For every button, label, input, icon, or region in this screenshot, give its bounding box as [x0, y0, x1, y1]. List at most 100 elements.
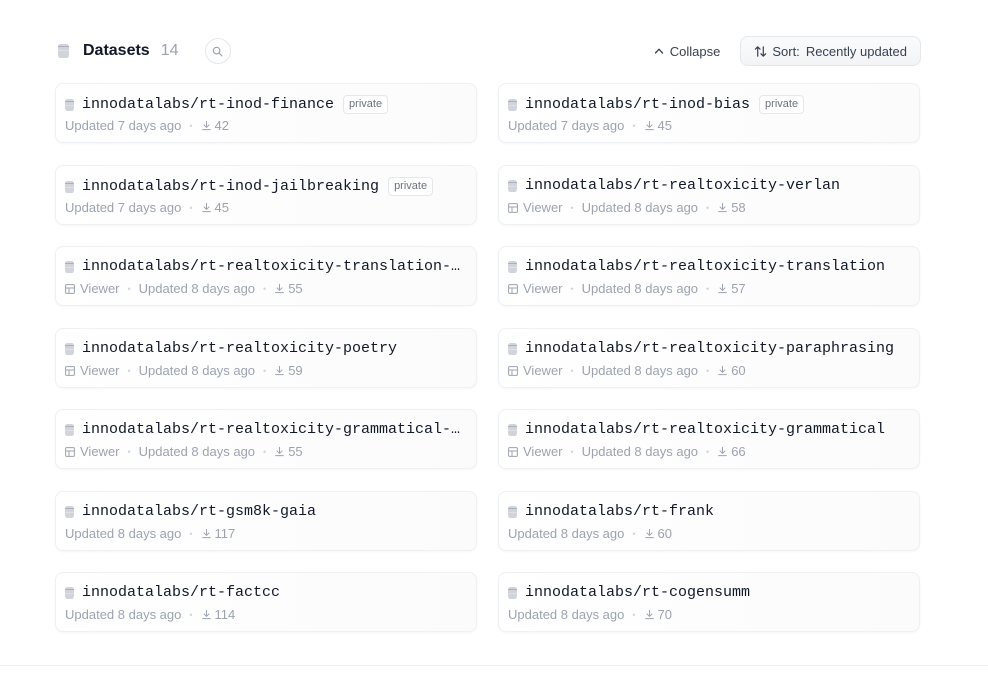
card-title-row: innodatalabs/rt-realtoxicity-verlan — [508, 177, 908, 194]
dataset-card[interactable]: innodatalabs/rt-realtoxicity-translation… — [55, 246, 477, 306]
dataset-name[interactable]: innodatalabs/rt-realtoxicity-grammatical… — [82, 421, 460, 438]
download-count: 70 — [657, 607, 672, 622]
download-icon — [718, 202, 728, 213]
section-title: Datasets — [83, 42, 150, 59]
sort-arrows-icon — [755, 45, 767, 57]
card-meta: Updated 8 days ago • 114 — [65, 607, 235, 622]
database-icon — [508, 179, 517, 192]
dataset-name[interactable]: innodatalabs/rt-frank — [525, 503, 714, 520]
download-count: 60 — [731, 363, 746, 378]
download-count: 55 — [288, 444, 303, 459]
dataset-name[interactable]: innodatalabs/rt-factcc — [82, 584, 280, 601]
private-badge: private — [343, 95, 389, 114]
dataset-card[interactable]: innodatalabs/rt-realtoxicity-grammatical… — [498, 409, 920, 469]
card-meta: Updated 7 days ago • 45 — [65, 200, 229, 215]
download-icon — [201, 120, 211, 131]
datasets-header: Datasets 14 Collapse Sort: Recently upda… — [55, 36, 921, 66]
download-icon — [644, 528, 654, 539]
separator-dot: • — [632, 528, 636, 539]
card-meta: Viewer • Updated 8 days ago • 55 — [65, 281, 303, 296]
card-meta: Updated 7 days ago • 42 — [65, 118, 229, 133]
download-icon — [718, 283, 728, 294]
separator-dot: • — [189, 609, 193, 620]
download-count: 114 — [214, 607, 236, 622]
download-count: 57 — [731, 281, 746, 296]
table-grid-icon — [65, 365, 75, 376]
updated-text: Updated 7 days ago — [65, 118, 182, 133]
separator-dot: • — [263, 365, 267, 376]
separator-dot: • — [127, 446, 131, 457]
dataset-card[interactable]: innodatalabs/rt-inod-finance private Updat… — [55, 83, 477, 143]
updated-text: Updated 7 days ago — [508, 118, 625, 133]
card-meta: Viewer • Updated 8 days ago • 58 — [508, 200, 746, 215]
updated-text: Updated 8 days ago — [138, 444, 256, 459]
updated-text: Updated 8 days ago — [65, 607, 182, 622]
dataset-name[interactable]: innodatalabs/rt-realtoxicity-translation… — [82, 258, 460, 275]
card-title-row: innodatalabs/rt-inod-jailbreaking private — [65, 177, 465, 196]
dataset-name[interactable]: innodatalabs/rt-inod-bias — [525, 96, 750, 113]
database-icon — [65, 505, 74, 518]
separator-dot: • — [706, 283, 710, 294]
dataset-card[interactable]: innodatalabs/rt-realtoxicity-verlan Viewe… — [498, 165, 920, 225]
collapse-label: Collapse — [669, 43, 721, 59]
dataset-name[interactable]: innodatalabs/rt-inod-finance — [82, 96, 334, 113]
card-meta: Updated 7 days ago • 45 — [508, 118, 672, 133]
card-title-row: innodatalabs/rt-realtoxicity-poetry — [65, 340, 465, 357]
divider — [0, 665, 988, 666]
card-title-row: innodatalabs/rt-cogensumm — [508, 584, 908, 601]
separator-dot: • — [189, 528, 193, 539]
search-button[interactable] — [204, 38, 231, 64]
dataset-name[interactable]: innodatalabs/rt-gsm8k-gaia — [82, 503, 316, 520]
download-count: 45 — [657, 118, 672, 133]
sort-button[interactable]: Sort: Recently updated — [740, 36, 921, 66]
dataset-card[interactable]: innodatalabs/rt-inod-jailbreaking private… — [55, 165, 477, 225]
dataset-card[interactable]: innodatalabs/rt-cogensumm Updated 8 days … — [498, 572, 920, 632]
database-icon — [508, 260, 517, 273]
dataset-name[interactable]: innodatalabs/rt-realtoxicity-verlan — [525, 177, 840, 194]
sort-value: Recently updated — [805, 43, 907, 59]
dataset-name[interactable]: innodatalabs/rt-realtoxicity-paraphrasin… — [525, 340, 894, 357]
separator-dot: • — [706, 202, 710, 213]
separator-dot: • — [570, 365, 574, 376]
database-icon — [508, 423, 517, 436]
dataset-card[interactable]: innodatalabs/rt-realtoxicity-grammatical… — [55, 409, 477, 469]
database-icon — [65, 586, 74, 599]
dataset-name[interactable]: innodatalabs/rt-realtoxicity-poetry — [82, 340, 397, 357]
dataset-card[interactable]: innodatalabs/rt-inod-bias private Updated … — [498, 83, 920, 143]
dataset-card[interactable]: innodatalabs/rt-frank Updated 8 days ago •… — [498, 491, 920, 551]
download-icon — [718, 446, 728, 457]
dataset-name[interactable]: innodatalabs/rt-realtoxicity-translation — [525, 258, 885, 275]
card-title-row: innodatalabs/rt-inod-finance private — [65, 95, 465, 114]
updated-text: Updated 7 days ago — [65, 200, 182, 215]
download-icon — [644, 609, 654, 620]
updated-text: Updated 8 days ago — [508, 607, 625, 622]
download-icon — [644, 120, 654, 131]
dataset-name[interactable]: innodatalabs/rt-realtoxicity-grammatical — [525, 421, 885, 438]
card-title-row: innodatalabs/rt-realtoxicity-grammatical — [508, 421, 908, 438]
viewer-label: Viewer — [523, 363, 563, 378]
dataset-card[interactable]: innodatalabs/rt-gsm8k-gaia Updated 8 days… — [55, 491, 477, 551]
database-icon — [65, 98, 74, 111]
table-grid-icon — [508, 283, 518, 294]
download-count: 117 — [214, 526, 236, 541]
card-title-row: innodatalabs/rt-realtoxicity-translation — [508, 258, 908, 275]
dataset-card[interactable]: innodatalabs/rt-realtoxicity-translation… — [498, 246, 920, 306]
download-icon — [275, 365, 285, 376]
download-count: 59 — [288, 363, 303, 378]
card-meta: Viewer • Updated 8 days ago • 55 — [65, 444, 303, 459]
viewer-label: Viewer — [80, 363, 120, 378]
download-count: 42 — [214, 118, 229, 133]
dataset-count: 14 — [160, 42, 179, 59]
separator-dot: • — [189, 202, 193, 213]
download-count: 60 — [657, 526, 672, 541]
dataset-name[interactable]: innodatalabs/rt-inod-jailbreaking — [82, 178, 379, 195]
download-icon — [718, 365, 728, 376]
card-title-row: innodatalabs/rt-inod-bias private — [508, 95, 908, 114]
updated-text: Updated 8 days ago — [508, 526, 625, 541]
dataset-card[interactable]: innodatalabs/rt-factcc Updated 8 days ago… — [55, 572, 477, 632]
dataset-name[interactable]: innodatalabs/rt-cogensumm — [525, 584, 750, 601]
collapse-button[interactable]: Collapse — [654, 43, 721, 59]
dataset-card[interactable]: innodatalabs/rt-realtoxicity-paraphrasin… — [498, 328, 920, 388]
dataset-card[interactable]: innodatalabs/rt-realtoxicity-poetry Viewe… — [55, 328, 477, 388]
card-title-row: innodatalabs/rt-realtoxicity-grammatical… — [65, 421, 465, 438]
